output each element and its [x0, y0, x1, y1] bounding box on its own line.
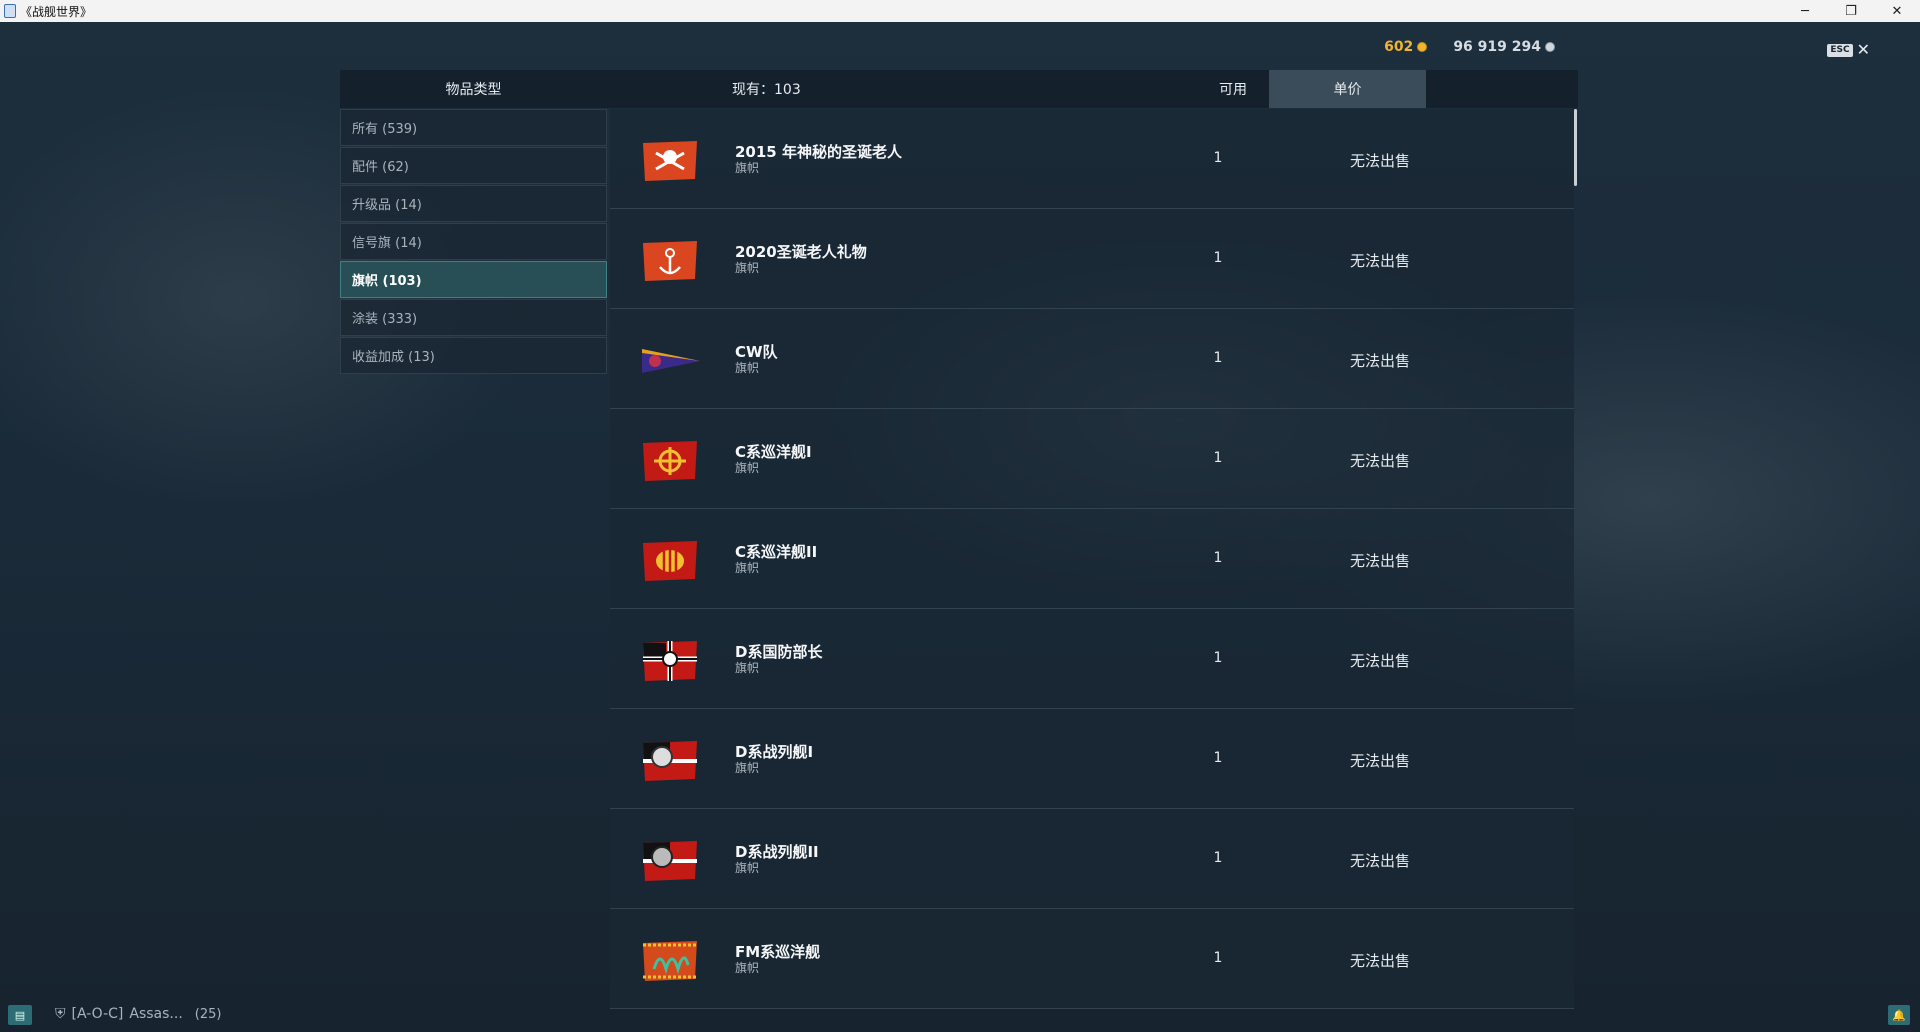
credits-value: 96 919 294: [1453, 39, 1541, 55]
esc-close-button[interactable]: ESC ✕: [1827, 40, 1870, 59]
center-disc: [662, 651, 678, 667]
list-item[interactable]: C系巡洋舰II 旗帜 1 无法出售: [610, 509, 1574, 609]
list-scrollbar[interactable]: [1574, 109, 1577, 186]
notifications-button[interactable]: 🔔: [1888, 1005, 1910, 1025]
eagle-emblem: [651, 746, 673, 768]
category-all[interactable]: 所有 (539): [340, 109, 607, 146]
list-item[interactable]: C系巡洋舰I 旗帜 1 无法出售: [610, 409, 1574, 509]
list-item[interactable]: FM系巡洋舰 旗帜 1 无法出售: [610, 909, 1574, 1009]
minimize-button[interactable]: ─: [1782, 0, 1828, 22]
chinese-cruiser-flag-icon: [643, 541, 697, 581]
category-modules[interactable]: 配件 (62): [340, 147, 607, 184]
item-available: 1: [1213, 950, 1223, 966]
item-price: 无法出售: [1349, 852, 1410, 870]
item-kind: 旗帜: [735, 561, 760, 575]
window-title: 《战舰世界》: [20, 4, 93, 19]
available-column-header[interactable]: 可用: [1198, 79, 1268, 99]
close-icon: ✕: [1856, 40, 1870, 59]
item-name: 2015 年神秘的圣诞老人: [735, 143, 902, 161]
list-item[interactable]: D系战列舰II 旗帜 1 无法出售: [610, 809, 1574, 909]
item-kind: 旗帜: [735, 361, 760, 375]
silver-coin-icon: [1545, 42, 1555, 52]
credits-display: 96 919 294: [1453, 39, 1555, 55]
category-upgrades[interactable]: 升级品 (14): [340, 185, 607, 222]
currency-bar: 602 96 919 294: [1384, 39, 1555, 55]
chat-button[interactable]: ▤: [8, 1005, 32, 1025]
shield-icon: ⛨: [55, 1006, 66, 1022]
window-titlebar: 《战舰世界》 ─ ❐ ✕: [0, 0, 1920, 22]
item-available: 1: [1213, 350, 1223, 366]
list-item[interactable]: 2020圣诞老人礼物 旗帜 1 无法出售: [610, 209, 1574, 309]
category-camouflages[interactable]: 涂装 (333): [340, 299, 607, 336]
eagle-emblem: [651, 846, 673, 868]
doubloons-value: 602: [1384, 39, 1414, 55]
canton-black: [643, 643, 666, 657]
restore-button[interactable]: ❐: [1828, 0, 1874, 22]
item-available: 1: [1213, 250, 1223, 266]
item-price: 无法出售: [1349, 252, 1410, 270]
clan-tag: [A-O-C]: [71, 1006, 124, 1022]
item-kind: 旗帜: [735, 761, 760, 775]
item-price: 无法出售: [1349, 652, 1410, 670]
item-available: 1: [1213, 450, 1223, 466]
item-price: 无法出售: [1349, 952, 1410, 970]
category-sidebar: 所有 (539) 配件 (62) 升级品 (14) 信号旗 (14) 旗帜 (1…: [340, 109, 607, 375]
chinese-cruiser-flag-icon: [643, 441, 697, 481]
pennant-flag-icon: [642, 349, 700, 373]
item-count-header: 现有：103: [732, 79, 801, 99]
item-kind: 旗帜: [735, 861, 760, 875]
item-type-header: 物品类型: [445, 82, 502, 98]
item-available: 1: [1213, 550, 1223, 566]
esc-key-icon: ESC: [1827, 43, 1853, 57]
item-kind: 旗帜: [735, 961, 760, 975]
item-price: 无法出售: [1349, 452, 1410, 470]
bell-icon: 🔔: [1892, 1008, 1906, 1022]
category-flags[interactable]: 旗帜 (103): [340, 261, 607, 298]
item-available: 1: [1213, 850, 1223, 866]
item-available: 1: [1213, 150, 1223, 166]
app-icon: [4, 4, 16, 18]
gold-coin-icon: [1417, 42, 1428, 52]
list-item[interactable]: 2015 年神秘的圣诞老人 旗帜 1 无法出售: [610, 109, 1574, 209]
item-available: 1: [1213, 750, 1223, 766]
clan-info[interactable]: ⛨ [A-O-C] Assas... (25): [55, 1006, 221, 1022]
item-kind: 旗帜: [735, 661, 760, 675]
list-item[interactable]: D系战列舰I 旗帜 1 无法出售: [610, 709, 1574, 809]
price-column-header[interactable]: 单价: [1269, 70, 1426, 108]
doubloons-display: 602: [1384, 39, 1428, 55]
item-kind: 旗帜: [735, 461, 760, 475]
item-available: 1: [1213, 650, 1223, 666]
window-controls: ─ ❐ ✕: [1782, 0, 1920, 22]
item-list: 2015 年神秘的圣诞老人 旗帜 1 无法出售 2020圣诞老人礼物 旗帜 1 …: [610, 109, 1574, 1009]
pennant-emblem: [649, 355, 661, 367]
german-eagle-flag-icon: [643, 741, 697, 781]
santa-anchor-flag-icon: [643, 241, 697, 281]
clan-member-count: (25): [194, 1006, 222, 1022]
count-label: 现有：: [732, 82, 774, 98]
item-price: 无法出售: [1349, 552, 1410, 570]
item-kind: 旗帜: [735, 161, 760, 175]
dragon-flag-icon: [643, 941, 697, 981]
item-price: 无法出售: [1349, 352, 1410, 370]
german-cross-flag-icon: [643, 641, 697, 681]
item-price: 无法出售: [1349, 752, 1410, 770]
santa-skull-flag-icon: [643, 141, 697, 181]
item-kind: 旗帜: [735, 261, 760, 275]
german-eagle-flag-icon: [643, 841, 697, 881]
category-signals[interactable]: 信号旗 (14): [340, 223, 607, 260]
table-header: 物品类型 现有：103 可用 单价: [340, 70, 1578, 108]
close-window-button[interactable]: ✕: [1874, 0, 1920, 22]
count-value: 103: [774, 82, 801, 98]
list-item[interactable]: CW队 旗帜 1 无法出售: [610, 309, 1574, 409]
item-price: 无法出售: [1349, 152, 1410, 170]
chat-icon: ▤: [14, 1008, 26, 1022]
player-name: Assas...: [129, 1006, 183, 1022]
category-boosters[interactable]: 收益加成 (13): [340, 337, 607, 374]
list-item[interactable]: D系国防部长 旗帜 1 无法出售: [610, 609, 1574, 709]
